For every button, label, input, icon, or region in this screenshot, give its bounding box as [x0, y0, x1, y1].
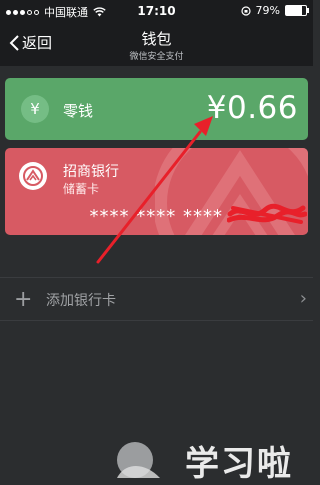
annotation-arrow — [96, 116, 213, 264]
watermark-text: 学习啦 — [185, 444, 293, 484]
